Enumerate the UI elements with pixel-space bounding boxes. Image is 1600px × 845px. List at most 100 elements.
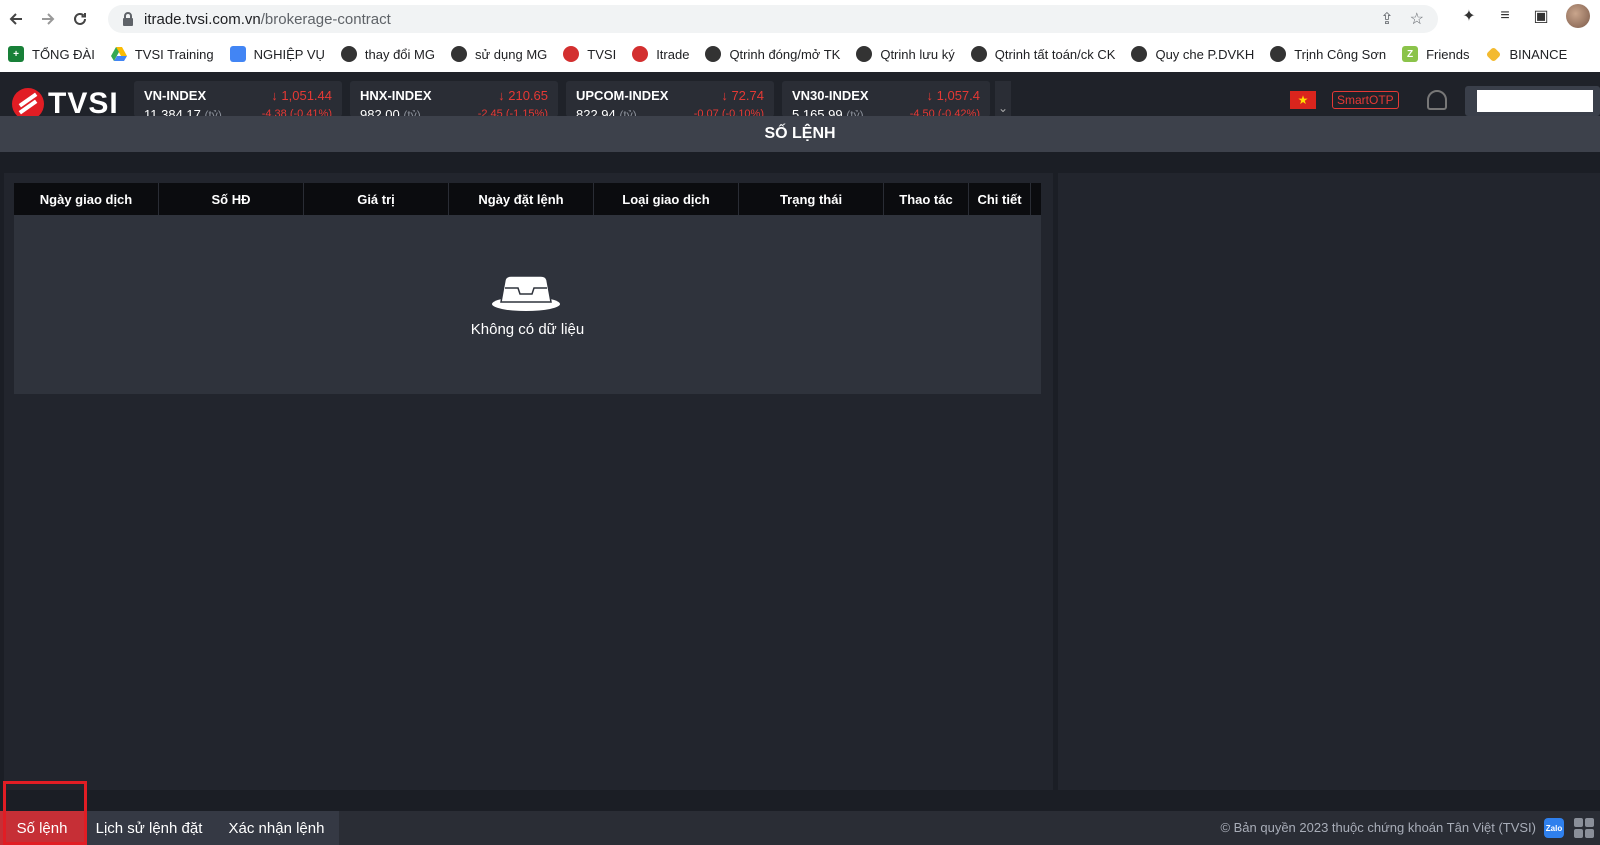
browser-chrome: itrade.tvsi.com.vn/brokerage-contract ⇪ …: [0, 0, 1600, 72]
bookmark-item[interactable]: sử dụng MG: [450, 46, 548, 62]
bell-icon[interactable]: [1426, 90, 1447, 110]
bookmark-item[interactable]: Qtrinh tất toán/ck CK: [970, 46, 1116, 62]
market-index-card[interactable]: UPCOM-INDEX ↓ 72.74 822.94 (tỷ) -0.07 (-0.1…: [566, 81, 774, 117]
vietnam-flag-icon[interactable]: ★: [1290, 91, 1316, 109]
column-header: Thao tác: [884, 183, 969, 215]
down-arrow-icon: ↓: [926, 88, 937, 103]
smartotp-button[interactable]: SmartOTP: [1332, 91, 1399, 109]
column-header: Số HĐ: [159, 183, 304, 215]
url-path: /brokerage-contract: [260, 10, 391, 28]
tvsi-icon: [632, 46, 649, 62]
bookmark-item[interactable]: TVSI: [563, 46, 616, 62]
footer-bar: Số lệnh Lịch sử lệnh đặt Xác nhận lệnh ©…: [0, 811, 1600, 845]
chevron-down-icon[interactable]: ⌄: [995, 81, 1011, 117]
reload-icon[interactable]: [64, 3, 96, 35]
bookmark-item[interactable]: Z Friends: [1402, 46, 1469, 62]
market-index-card[interactable]: HNX-INDEX ↓ 210.65 982.00 (tỷ) -2.45 (-1.15…: [350, 81, 558, 117]
docs-icon: [229, 46, 246, 62]
user-name-redacted: [1477, 90, 1593, 112]
index-value-text: 210.65: [508, 88, 548, 103]
profile-avatar[interactable]: [1566, 4, 1590, 28]
down-arrow-icon: ↓: [271, 88, 282, 103]
bookmark-label: NGHIỆP VỤ: [253, 46, 325, 62]
bookmark-label: Quy che P.DVKH: [1155, 46, 1255, 62]
bookmark-item[interactable]: TVSI Training: [110, 46, 214, 62]
column-header: Ngày giao dịch: [14, 183, 159, 215]
bookmark-item[interactable]: + TỔNG ĐÀI: [8, 46, 95, 62]
zalo-icon[interactable]: Zalo: [1544, 818, 1564, 838]
bookmark-label: sử dụng MG: [474, 46, 548, 62]
bookmark-label: thay đổi MG: [364, 46, 435, 62]
tvsi-icon: [563, 46, 580, 62]
user-account-box[interactable]: [1465, 86, 1600, 116]
extensions-icon[interactable]: ✦: [1458, 5, 1480, 27]
sheets-icon: +: [8, 46, 24, 62]
index-value-text: 1,051.44: [281, 88, 332, 103]
bookmark-label: Itrade: [656, 46, 690, 62]
index-value: ↓ 210.65: [498, 88, 548, 103]
index-value: ↓ 72.74: [721, 88, 764, 103]
table-body: Không có dữ liệu: [14, 215, 1041, 394]
bookmark-label: Qtrinh lưu ký: [880, 46, 955, 62]
globe-icon: [1131, 46, 1148, 62]
market-index-card[interactable]: VN30-INDEX ↓ 1,057.4 5,165.99 (tỷ) -4.50 (-…: [782, 81, 990, 117]
bookmark-item[interactable]: BINANCE: [1485, 46, 1567, 62]
column-header: Trạng thái: [739, 183, 884, 215]
bookmark-item[interactable]: Quy che P.DVKH: [1131, 46, 1254, 62]
index-name: VN30-INDEX: [792, 88, 869, 103]
bookmark-item[interactable]: thay đổi MG: [340, 46, 435, 62]
column-header: Ngày đặt lệnh: [449, 183, 594, 215]
column-header: Giá trị: [304, 183, 449, 215]
bookmark-item[interactable]: NGHIỆP VỤ: [229, 46, 325, 62]
star-icon[interactable]: ☆: [1410, 9, 1424, 29]
side-panel-icon[interactable]: ▣: [1530, 5, 1552, 27]
bookmark-item[interactable]: Trịnh Công Sơn: [1270, 46, 1386, 62]
drive-icon: [110, 46, 127, 62]
bookmark-label: TỔNG ĐÀI: [32, 46, 95, 62]
index-name: UPCOM-INDEX: [576, 88, 669, 103]
column-header: Loại giao dịch: [594, 183, 739, 215]
tab-so-lenh[interactable]: Số lệnh: [0, 811, 84, 845]
index-value: ↓ 1,051.44: [271, 88, 332, 103]
url-host: itrade.tvsi.com.vn: [144, 10, 261, 28]
globe-icon: [340, 46, 357, 62]
index-name: VN-INDEX: [144, 88, 207, 103]
table-header: Ngày giao dịch Số HĐ Giá trị Ngày đặt lệnh L…: [14, 183, 1041, 215]
bookmark-item[interactable]: Qtrinh đóng/mở TK: [705, 46, 840, 62]
media-control-icon[interactable]: ≡: [1494, 5, 1516, 27]
down-arrow-icon: ↓: [498, 88, 509, 103]
forward-arrow-icon[interactable]: [32, 3, 64, 35]
zalo-z-icon: Z: [1402, 46, 1419, 62]
globe-icon: [705, 46, 722, 62]
bookmark-item[interactable]: Itrade: [632, 46, 689, 62]
empty-message: Không có dữ liệu: [470, 321, 585, 338]
back-arrow-icon[interactable]: [0, 3, 32, 35]
empty-inbox-icon: [492, 275, 560, 311]
apps-grid-icon[interactable]: [1574, 818, 1594, 838]
bookmark-label: TVSI: [587, 46, 617, 62]
lock-icon: [120, 11, 136, 27]
copyright-text: © Bản quyền 2023 thuộc chứng khoán Tân V…: [1220, 820, 1536, 835]
detail-panel: [1058, 173, 1600, 790]
bookmark-item[interactable]: Qtrinh lưu ký: [856, 46, 955, 62]
bookmark-label: Trịnh Công Sơn: [1294, 46, 1387, 62]
market-index-bar: VN-INDEX ↓ 1,051.44 11,384.17 (tỷ) -4.38 (-…: [134, 81, 990, 117]
tab-lich-su-lenh-dat[interactable]: Lịch sử lệnh đặt: [84, 811, 214, 845]
contract-table: Ngày giao dịch Số HĐ Giá trị Ngày đặt lệnh L…: [14, 183, 1041, 394]
bookmark-label: Qtrinh đóng/mở TK: [729, 46, 841, 62]
share-icon[interactable]: ⇪: [1380, 9, 1393, 29]
binance-icon: [1486, 46, 1502, 62]
browser-nav-bar: itrade.tvsi.com.vn/brokerage-contract ⇪ …: [0, 0, 1600, 38]
tab-xac-nhan-lenh[interactable]: Xác nhận lệnh: [214, 811, 339, 845]
bookmark-label: TVSI Training: [134, 46, 214, 62]
index-value-text: 72.74: [731, 88, 764, 103]
bookmarks-bar: + TỔNG ĐÀI TVSI Training NGHIỆP VỤ thay đổi …: [0, 40, 1600, 68]
url-text: itrade.tvsi.com.vn/brokerage-contract: [144, 11, 391, 28]
index-name: HNX-INDEX: [360, 88, 432, 103]
index-value-text: 1,057.4: [936, 88, 980, 103]
bookmark-label: Qtrinh tất toán/ck CK: [994, 46, 1116, 62]
globe-icon: [1270, 46, 1287, 62]
market-index-card[interactable]: VN-INDEX ↓ 1,051.44 11,384.17 (tỷ) -4.38 (-…: [134, 81, 342, 117]
globe-icon: [970, 46, 987, 62]
address-bar[interactable]: itrade.tvsi.com.vn/brokerage-contract ⇪ …: [108, 5, 1438, 33]
